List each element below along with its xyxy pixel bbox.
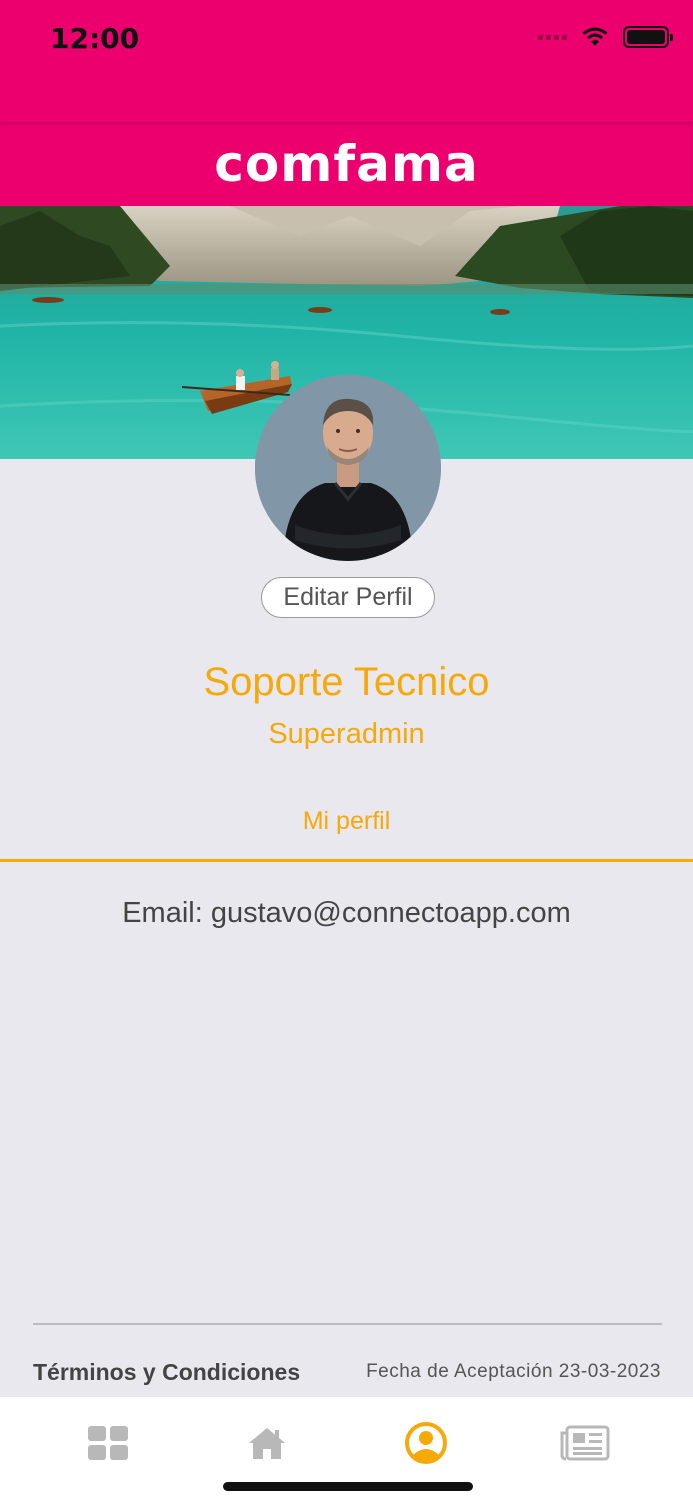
profile-avatar[interactable]	[255, 375, 441, 561]
nav-profile[interactable]	[400, 1417, 452, 1469]
tab-mi-perfil[interactable]: Mi perfil	[0, 807, 693, 836]
nav-dashboard[interactable]	[82, 1417, 134, 1469]
profile-email: Email: gustavo@connectoapp.com	[122, 897, 571, 929]
signal-icon	[538, 34, 567, 40]
app-header: comfama	[0, 122, 693, 206]
user-icon	[405, 1422, 447, 1464]
battery-icon	[623, 26, 673, 48]
profile-name: Soporte Tecnico	[203, 660, 490, 704]
status-time: 12:00	[50, 22, 140, 55]
status-icons	[538, 26, 673, 48]
edit-profile-button[interactable]: Editar Perfil	[261, 577, 435, 618]
terms-link[interactable]: Términos y Condiciones	[33, 1359, 300, 1386]
nav-home[interactable]	[241, 1417, 293, 1469]
footer-divider	[33, 1323, 662, 1325]
status-bar: 12:00	[0, 0, 693, 122]
tab-active-indicator	[0, 859, 693, 862]
wifi-icon	[582, 27, 608, 46]
comfama-logo: comfama	[214, 135, 479, 193]
grid-icon	[88, 1426, 128, 1460]
home-icon	[249, 1428, 285, 1459]
home-indicator	[223, 1482, 473, 1491]
nav-news[interactable]	[559, 1417, 611, 1469]
profile-role: Superadmin	[268, 718, 425, 750]
acceptance-date: Fecha de Aceptación 23-03-2023	[366, 1361, 661, 1382]
newspaper-icon	[560, 1425, 610, 1461]
